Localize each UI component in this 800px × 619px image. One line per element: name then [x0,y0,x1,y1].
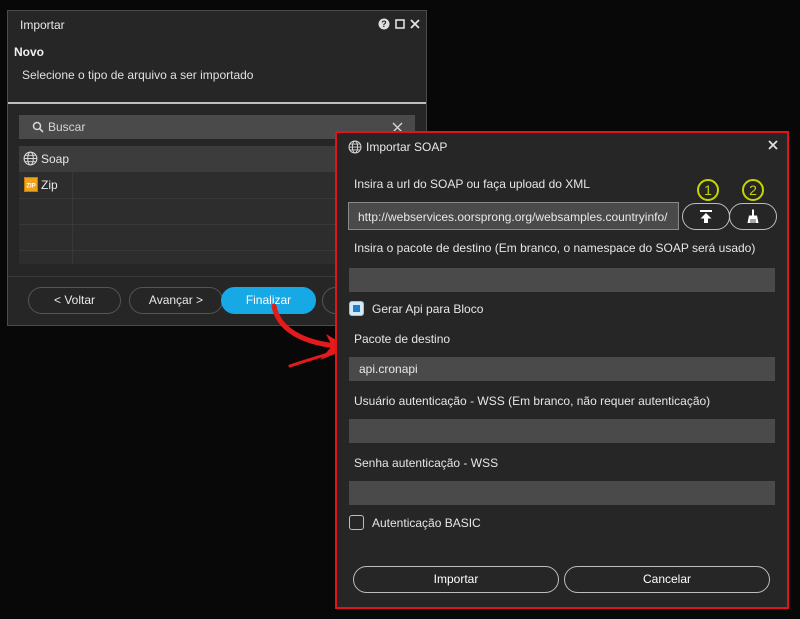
dest-package-label: Pacote de destino [354,332,451,346]
soap-dialog-title: Importar SOAP [366,140,448,154]
marker-1: 1 [697,179,719,201]
dest-package-input[interactable] [349,357,775,381]
basic-auth-checkbox[interactable] [349,515,364,530]
upload-icon [700,210,712,223]
list-item-label: Zip [41,178,58,192]
section-description: Selecione o tipo de arquivo a ser import… [22,68,254,82]
import-dialog-title: Importar [20,18,65,32]
globe-icon [348,140,362,154]
wss-user-label: Usuário autenticação - WSS (Em branco, n… [354,394,711,408]
svg-text:ZIP: ZIP [26,184,35,190]
wss-password-label: Senha autenticação - WSS [354,456,499,470]
maximize-icon[interactable] [394,18,406,30]
search-icon [32,121,44,133]
close-icon[interactable] [409,18,421,30]
list-item-label: Soap [41,152,70,166]
generate-api-label: Gerar Api para Bloco [372,302,484,316]
generate-api-checkbox[interactable] [349,301,364,316]
package-input[interactable] [349,268,775,292]
import-button[interactable]: Importar [353,566,559,593]
soap-url-input[interactable]: http://webservices.oorsprong.org/websamp… [348,202,679,230]
wss-password-input[interactable] [349,481,775,505]
marker-2: 2 [742,179,764,201]
wss-user-input[interactable] [349,419,775,443]
close-icon[interactable] [768,140,778,150]
cancel-button[interactable]: Cancelar [564,566,770,593]
broom-icon [747,209,759,223]
help-icon[interactable]: ? [378,18,390,30]
section-title: Novo [14,45,44,59]
basic-auth-label: Autenticação BASIC [372,516,481,530]
clear-button[interactable] [729,203,777,230]
upload-xml-button[interactable] [682,203,730,230]
soap-import-dialog: Importar SOAP Insira a url do SOAP ou fa… [335,131,789,609]
back-button[interactable]: < Voltar [28,287,121,314]
package-label: Insira o pacote de destino (Em branco, o… [354,241,756,255]
import-dialog-titlebar[interactable]: Importar ? [8,11,426,39]
zip-file-icon: ZIP [24,177,38,192]
soap-url-value: http://webservices.oorsprong.org/websamp… [358,210,668,224]
svg-text:?: ? [381,19,387,29]
divider [8,102,426,104]
next-button[interactable]: Avançar > [129,287,223,314]
globe-icon [23,151,38,166]
search-placeholder: Buscar [48,120,86,134]
url-label: Insira a url do SOAP ou faça upload do X… [354,177,590,191]
